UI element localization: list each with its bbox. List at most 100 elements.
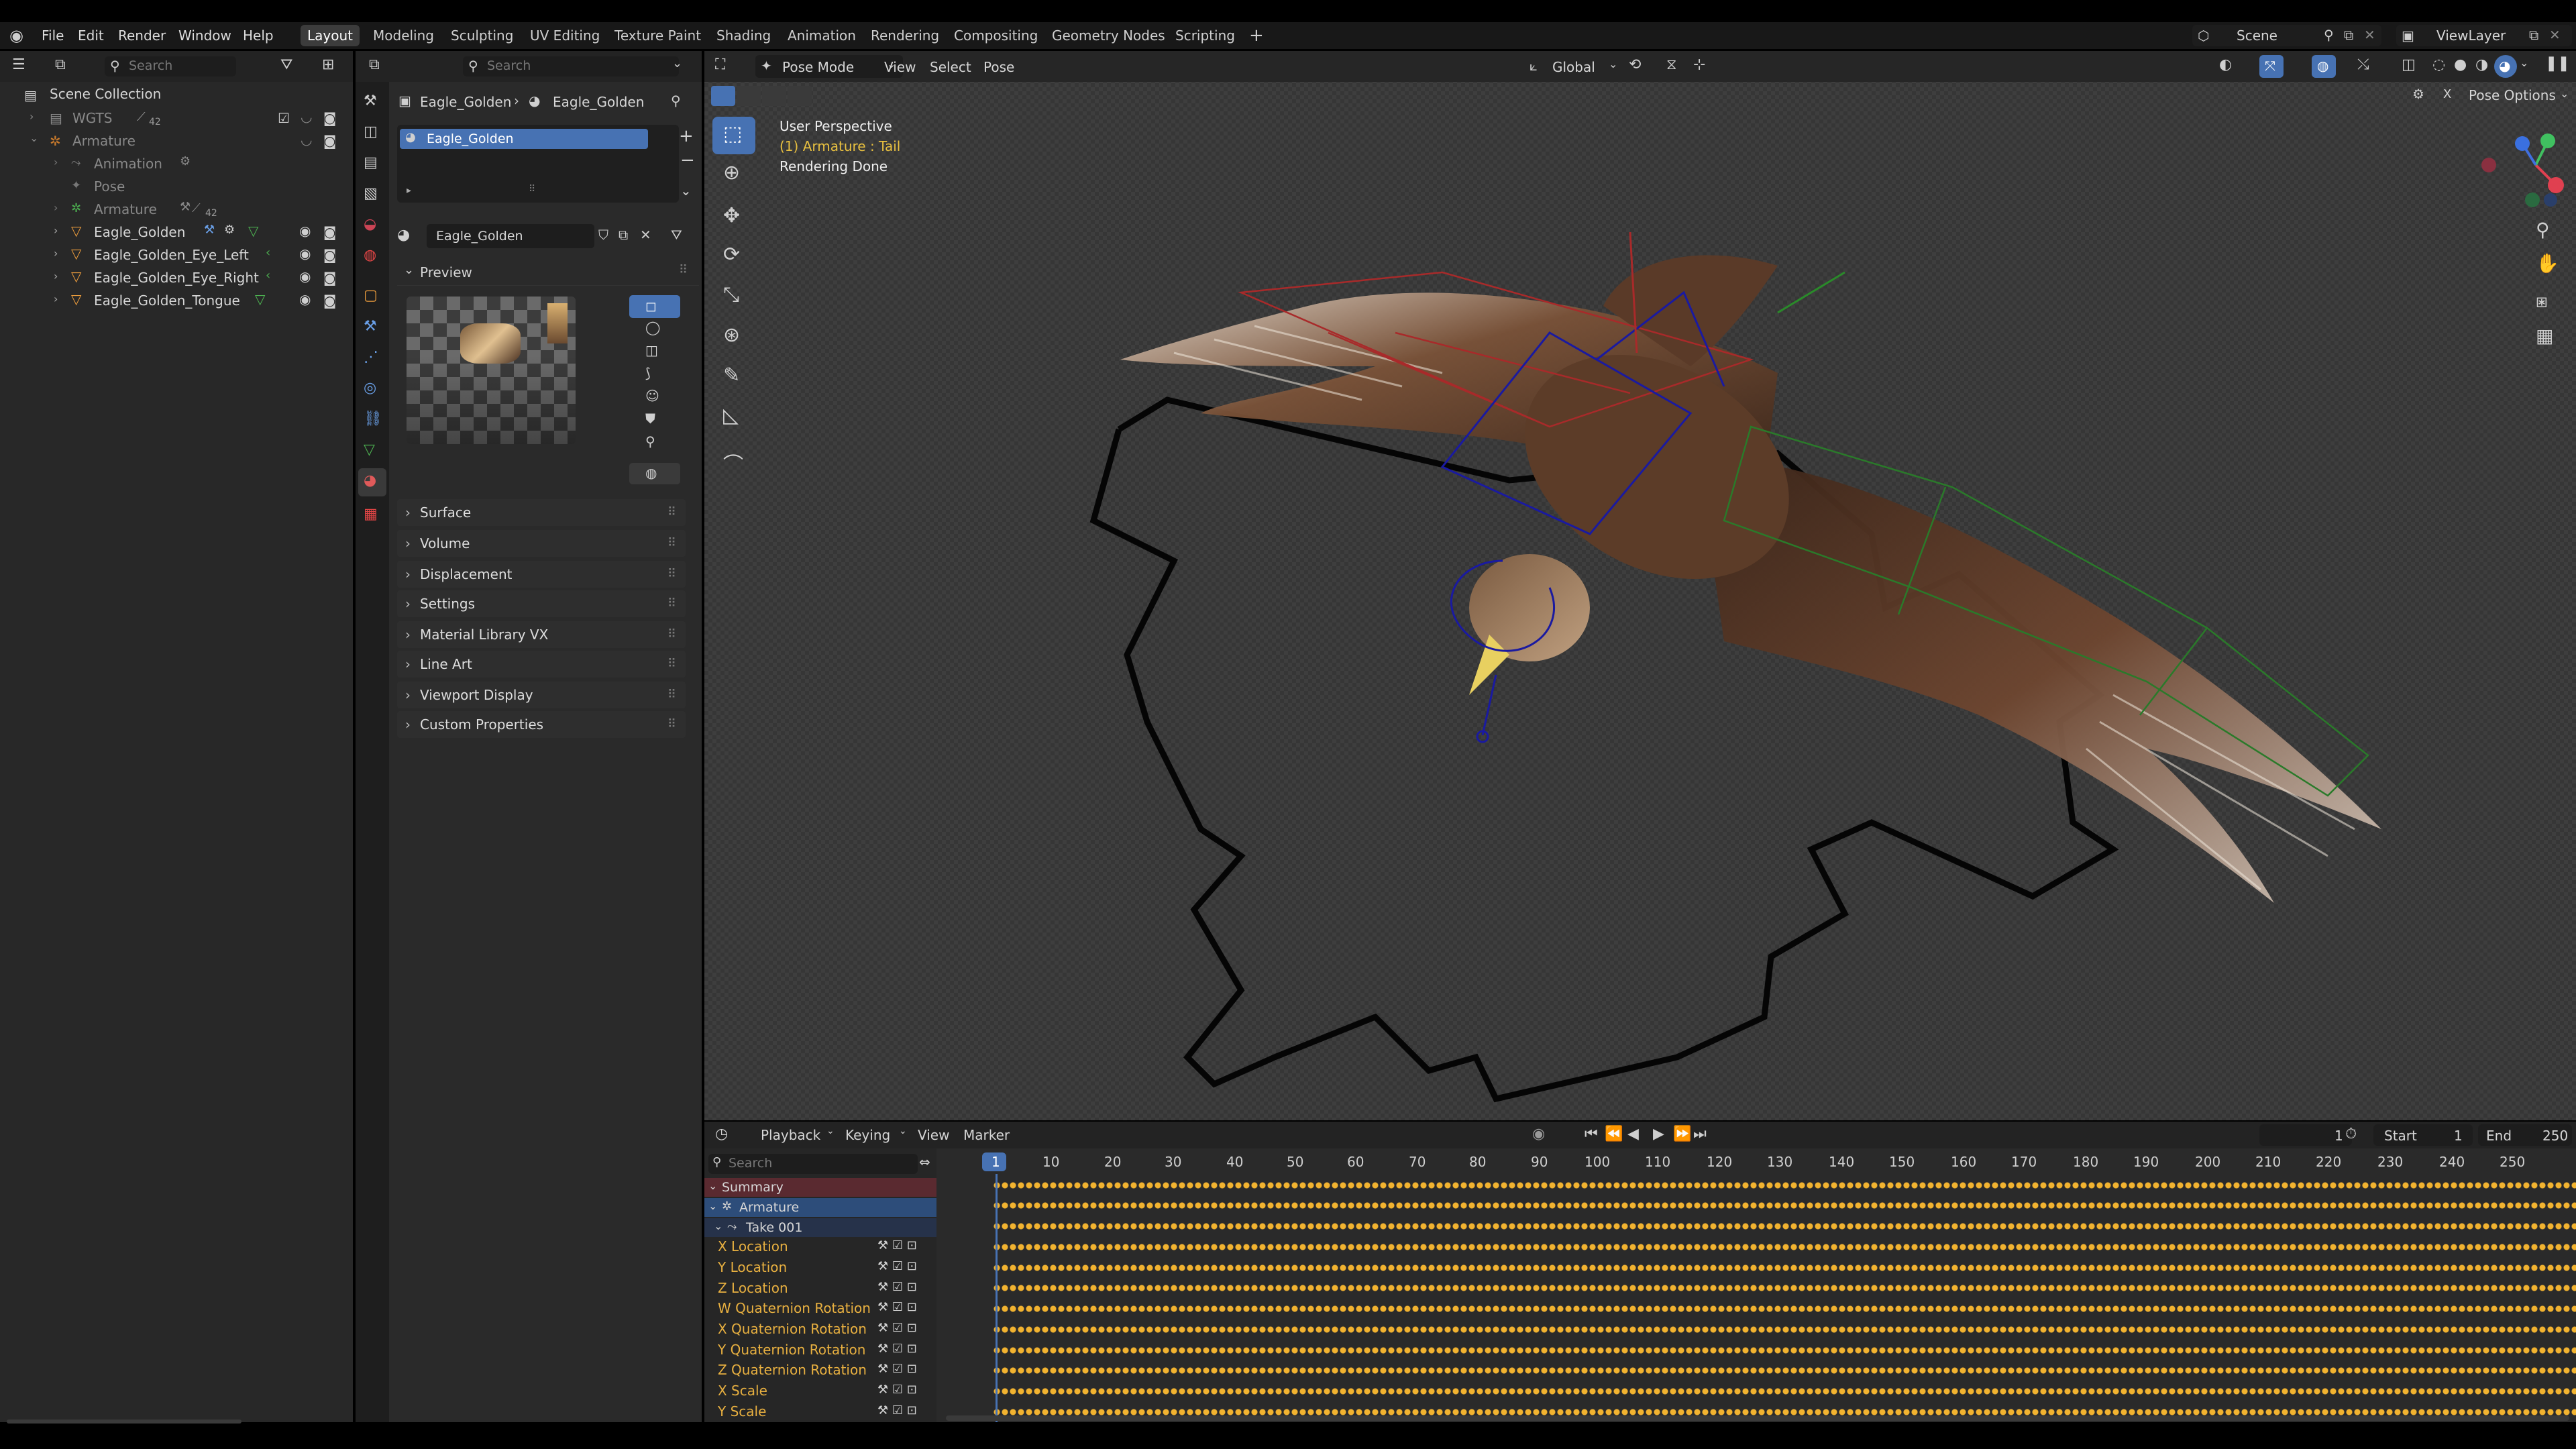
cube-preview-icon[interactable]: ◫ (645, 342, 658, 358)
drag-handle-icon[interactable]: ⠿ (667, 651, 676, 678)
keyframe-row-action[interactable] (993, 1222, 2576, 1231)
camera-icon[interactable]: ◙ (323, 110, 336, 126)
outliner-search-input[interactable]: ⚲ Search (105, 56, 236, 76)
channel-toggles[interactable]: ⚒ ☑ ⊡ (877, 1300, 917, 1314)
drag-handle-icon[interactable]: ⠿ (667, 682, 676, 708)
hidden-eye-icon[interactable]: ◡ (301, 109, 312, 125)
editor-type-icon[interactable]: ☰ (12, 56, 25, 73)
summary-row[interactable]: ⌄ Summary (704, 1178, 936, 1197)
keyframe-row[interactable] (993, 1346, 2576, 1355)
menu-marker[interactable]: Marker (963, 1127, 1010, 1143)
outliner-row-wgts[interactable]: › ▤ WGTS ⟋ 42 ☑ ◡ ◙ (0, 107, 353, 130)
menu-playback[interactable]: Playback (761, 1127, 820, 1143)
drag-handle-icon[interactable]: ⠿ (667, 621, 676, 648)
new-viewlayer-icon[interactable]: ⧉ (2529, 27, 2538, 43)
viewport-3d[interactable]: ⛶ ✦ Pose Mode ⌄ View Select Pose ⟀ Globa… (704, 51, 2576, 1120)
view-layer-tab-icon[interactable]: ▧ (364, 185, 378, 202)
monkey-preview-icon[interactable]: ☺ (645, 388, 659, 404)
camera-icon[interactable]: ◙ (323, 133, 336, 149)
cloth-preview-icon[interactable]: ⛊ (645, 411, 655, 427)
timeline-scrollbar[interactable] (946, 1415, 2569, 1421)
eye-icon[interactable]: ◉ (299, 223, 311, 239)
channel-toggles[interactable]: ⚒ ☑ ⊡ (877, 1342, 917, 1356)
unlink-icon[interactable]: ✕ (640, 227, 651, 243)
channel-x-quaternion[interactable]: X Quaternion Rotation (718, 1321, 867, 1337)
drag-handle-icon[interactable]: ⠿ (667, 561, 676, 588)
menu-file[interactable]: File (42, 22, 64, 49)
keyframe-row[interactable] (993, 1242, 2576, 1252)
menu-window[interactable]: Window (178, 22, 231, 49)
end-frame-field[interactable]: End 250 (2478, 1124, 2572, 1146)
fluid-preview-icon[interactable]: ⚲ (645, 433, 655, 449)
hair-preview-icon[interactable]: ⟆ (645, 365, 651, 381)
remove-slot-icon[interactable]: − (680, 150, 695, 170)
new-collection-icon[interactable]: ⊞ (322, 56, 334, 73)
channel-w-quaternion[interactable]: W Quaternion Rotation (718, 1300, 871, 1316)
action-channel-row[interactable]: ⌄ ⤳ Take 001 (704, 1218, 936, 1237)
outliner-row-armature[interactable]: › ✲ Armature ⚒ ⟋ 42 (0, 199, 353, 221)
keyframe-row[interactable] (993, 1283, 2576, 1293)
tab-texture-paint[interactable]: Texture Paint (608, 25, 708, 46)
tab-layout[interactable]: Layout (301, 25, 360, 46)
channel-y-scale[interactable]: Y Scale (718, 1403, 766, 1419)
blender-logo-icon[interactable]: ◉ (9, 26, 23, 45)
material-name-field[interactable]: Eagle_Golden (427, 224, 594, 248)
expand-icon[interactable]: › (30, 110, 34, 123)
outliner-scrollbar[interactable] (7, 1419, 241, 1424)
camera-icon[interactable]: ◙ (323, 270, 336, 286)
channel-toggles[interactable]: ⚒ ☑ ⊡ (877, 1280, 917, 1294)
section-custom-properties[interactable]: › Custom Properties ⠿ (397, 711, 686, 738)
menu-render[interactable]: Render (118, 22, 166, 49)
chevron-down-icon[interactable]: ⌄ (672, 56, 682, 70)
preview-section-header[interactable]: ⌄ Preview ⠿ (397, 259, 699, 286)
hidden-eye-icon[interactable]: ◡ (301, 131, 312, 148)
drag-handle-icon[interactable]: ⠿ (679, 263, 688, 277)
channel-z-quaternion[interactable]: Z Quaternion Rotation (718, 1362, 867, 1378)
tab-sculpting[interactable]: Sculpting (444, 25, 520, 46)
sphere-preview-icon[interactable]: ◯ (645, 319, 660, 335)
drag-handle-icon[interactable]: ⠿ (667, 530, 676, 557)
menu-keying[interactable]: Keying (845, 1127, 890, 1143)
preview-flat-button[interactable]: ◻ (629, 295, 680, 318)
expand-icon[interactable]: ▸ (407, 185, 411, 196)
close-icon[interactable]: ✕ (2549, 27, 2561, 43)
outliner-row-animation[interactable]: › ⤳ Animation ⚙ (0, 153, 353, 176)
outliner-row-eye-right[interactable]: › ▽ Eagle_Golden_Eye_Right ‹ ◉ ◙ (0, 267, 353, 290)
channel-toggles[interactable]: ⚒ ☑ ⊡ (877, 1403, 917, 1417)
keyframe-row[interactable] (993, 1263, 2576, 1273)
armature-channel-row[interactable]: ⌄ ✲ Armature (704, 1198, 936, 1217)
current-frame-field[interactable]: 1 (2259, 1124, 2352, 1146)
section-surface[interactable]: › Surface ⠿ (397, 499, 686, 526)
channel-x-scale[interactable]: X Scale (718, 1383, 767, 1399)
menu-view[interactable]: View (918, 1127, 949, 1143)
new-scene-icon[interactable]: ⧉ (2344, 27, 2353, 43)
collapse-icon[interactable]: ⌄ (30, 131, 38, 144)
filter-icon[interactable]: ⛛ (280, 56, 292, 73)
tool-tab-icon[interactable]: ⚒ (364, 93, 377, 109)
editor-type-icon[interactable]: ◷ (715, 1126, 728, 1142)
keyframe-row-summary[interactable] (993, 1181, 2576, 1190)
next-keyframe-icon[interactable]: ⏩ (1673, 1126, 1691, 1142)
add-slot-icon[interactable]: + (679, 126, 694, 146)
eye-icon[interactable]: ◉ (299, 268, 311, 284)
tab-animation[interactable]: Animation (781, 25, 863, 46)
modifier-tab-icon[interactable]: ⚒ (364, 318, 377, 335)
render-tab-icon[interactable]: ◫ (364, 123, 378, 140)
tab-geometry-nodes[interactable]: Geometry Nodes (1045, 25, 1172, 46)
expand-icon[interactable]: › (54, 292, 58, 305)
checkbox-icon[interactable]: ☑ (278, 110, 290, 126)
outliner-row-tongue[interactable]: › ▽ Eagle_Golden_Tongue ▽ ◉ ◙ (0, 290, 353, 313)
close-icon[interactable]: ✕ (2364, 27, 2375, 43)
section-displacement[interactable]: › Displacement ⠿ (397, 561, 686, 588)
eye-icon[interactable]: ◉ (299, 246, 311, 262)
record-icon[interactable]: ◉ (1532, 1126, 1545, 1142)
camera-icon[interactable]: ◙ (323, 224, 336, 240)
display-mode-icon[interactable]: ⧉ (55, 56, 66, 73)
channel-z-location[interactable]: Z Location (718, 1280, 788, 1296)
add-workspace-icon[interactable]: + (1242, 25, 1271, 46)
particles-tab-icon[interactable]: ⋰ (364, 349, 378, 366)
prev-keyframe-icon[interactable]: ⏪ (1605, 1126, 1623, 1142)
start-frame-field[interactable]: Start 1 (2373, 1124, 2473, 1146)
expand-icon[interactable]: › (54, 224, 58, 237)
drag-handle-icon[interactable]: ⠿ (667, 590, 676, 617)
